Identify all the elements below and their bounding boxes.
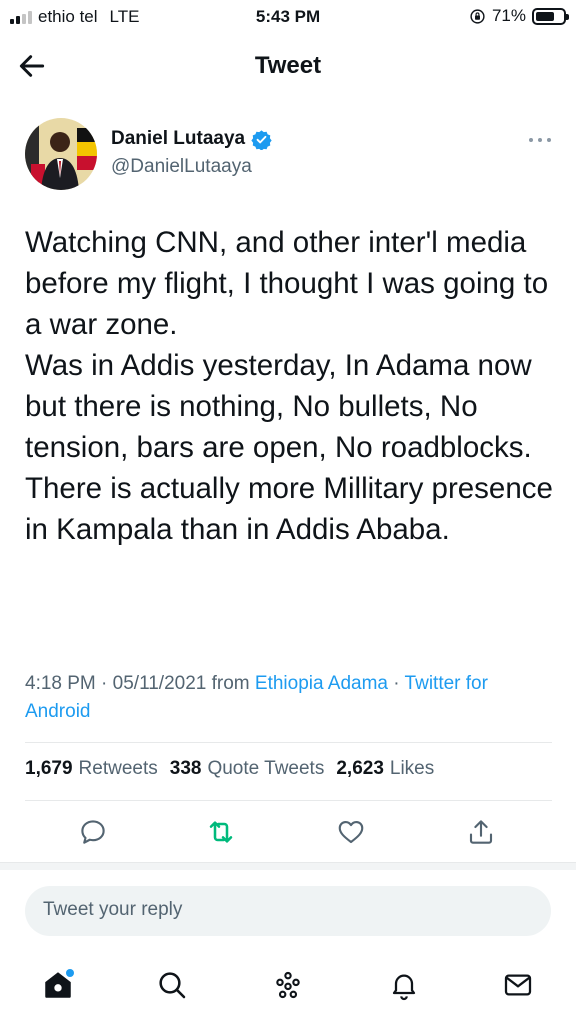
retweets-label: Retweets (78, 758, 158, 779)
comment-icon (81, 820, 105, 844)
author-handle[interactable]: @DanielLutaaya (111, 156, 252, 178)
share-button[interactable] (461, 812, 501, 852)
bell-icon (392, 974, 416, 1001)
tweet-time[interactable]: 4:18 PM (25, 673, 96, 694)
tab-search[interactable] (152, 965, 192, 1005)
author-name[interactable]: Daniel Lutaaya (111, 128, 245, 150)
reply-button[interactable] (73, 812, 113, 852)
verified-badge-icon (251, 129, 272, 150)
page-title: Tweet (254, 52, 322, 79)
quotes-stat[interactable]: 338 Quote Tweets (170, 758, 325, 780)
tweet-meta: 4:18 PM · 05/11/2021 from Ethiopia Adama… (25, 670, 555, 726)
avatar[interactable] (25, 118, 97, 190)
likes-count: 2,623 (336, 758, 384, 779)
battery-percent: 71% (491, 6, 526, 25)
retweet-button[interactable] (201, 812, 241, 852)
author-name-row[interactable]: Daniel Lutaaya (111, 128, 272, 150)
bottom-tab-bar (0, 955, 576, 1015)
retweets-stat[interactable]: 1,679 Retweets (25, 758, 158, 780)
tab-messages[interactable] (498, 965, 538, 1005)
tweet-actions (25, 812, 555, 852)
tab-notifications[interactable] (384, 965, 424, 1005)
meta-separator: · (388, 673, 405, 694)
reply-placeholder: Tweet your reply (43, 899, 183, 920)
tweet-location-link[interactable]: Ethiopia Adama (255, 673, 388, 694)
mail-icon (504, 974, 532, 996)
top-header: Tweet (0, 36, 576, 96)
tab-spaces[interactable] (268, 965, 308, 1005)
share-icon (469, 820, 493, 844)
likes-label: Likes (389, 758, 435, 779)
meta-from: from (206, 673, 255, 694)
status-bar: ethio tel LTE 5:43 PM 71% (0, 0, 576, 34)
quotes-count: 338 (169, 758, 202, 779)
battery-level (536, 11, 555, 21)
tweet-paragraph: Watching CNN, and other inter'l media be… (25, 226, 549, 341)
retweet-icon (209, 821, 233, 843)
tweet-date[interactable]: 05/11/2021 (113, 673, 207, 694)
reply-input[interactable]: Tweet your reply (25, 886, 551, 936)
tweet-paragraph: Was in Addis yesterday, In Adama now but… (25, 349, 532, 464)
tweet-text: Watching CNN, and other inter'l media be… (25, 222, 555, 550)
search-icon (159, 972, 186, 999)
tweet-paragraph: There is actually more Millitary presenc… (25, 472, 553, 546)
tweet-stats: 1,679 Retweets 338 Quote Tweets 2,623 Likes (25, 758, 555, 780)
heart-icon (338, 820, 364, 844)
more-dots-icon (529, 138, 551, 142)
meta-separator: · (95, 673, 113, 694)
divider (25, 742, 552, 743)
tweet-author: Daniel Lutaaya @DanielLutaaya (25, 118, 555, 190)
tab-home[interactable] (38, 965, 78, 1005)
divider (25, 800, 552, 801)
battery-icon (532, 7, 569, 25)
more-options-button[interactable] (525, 130, 555, 150)
rotation-lock-icon (470, 8, 485, 24)
spaces-icon (276, 971, 300, 999)
status-right: 71% (469, 6, 569, 26)
avatar-image (25, 118, 97, 190)
like-button[interactable] (331, 812, 371, 852)
likes-stat[interactable]: 2,623 Likes (336, 758, 434, 780)
notification-dot (66, 969, 74, 977)
section-separator (0, 862, 576, 870)
retweets-count: 1,679 (25, 758, 73, 779)
quotes-label: Quote Tweets (207, 758, 325, 779)
